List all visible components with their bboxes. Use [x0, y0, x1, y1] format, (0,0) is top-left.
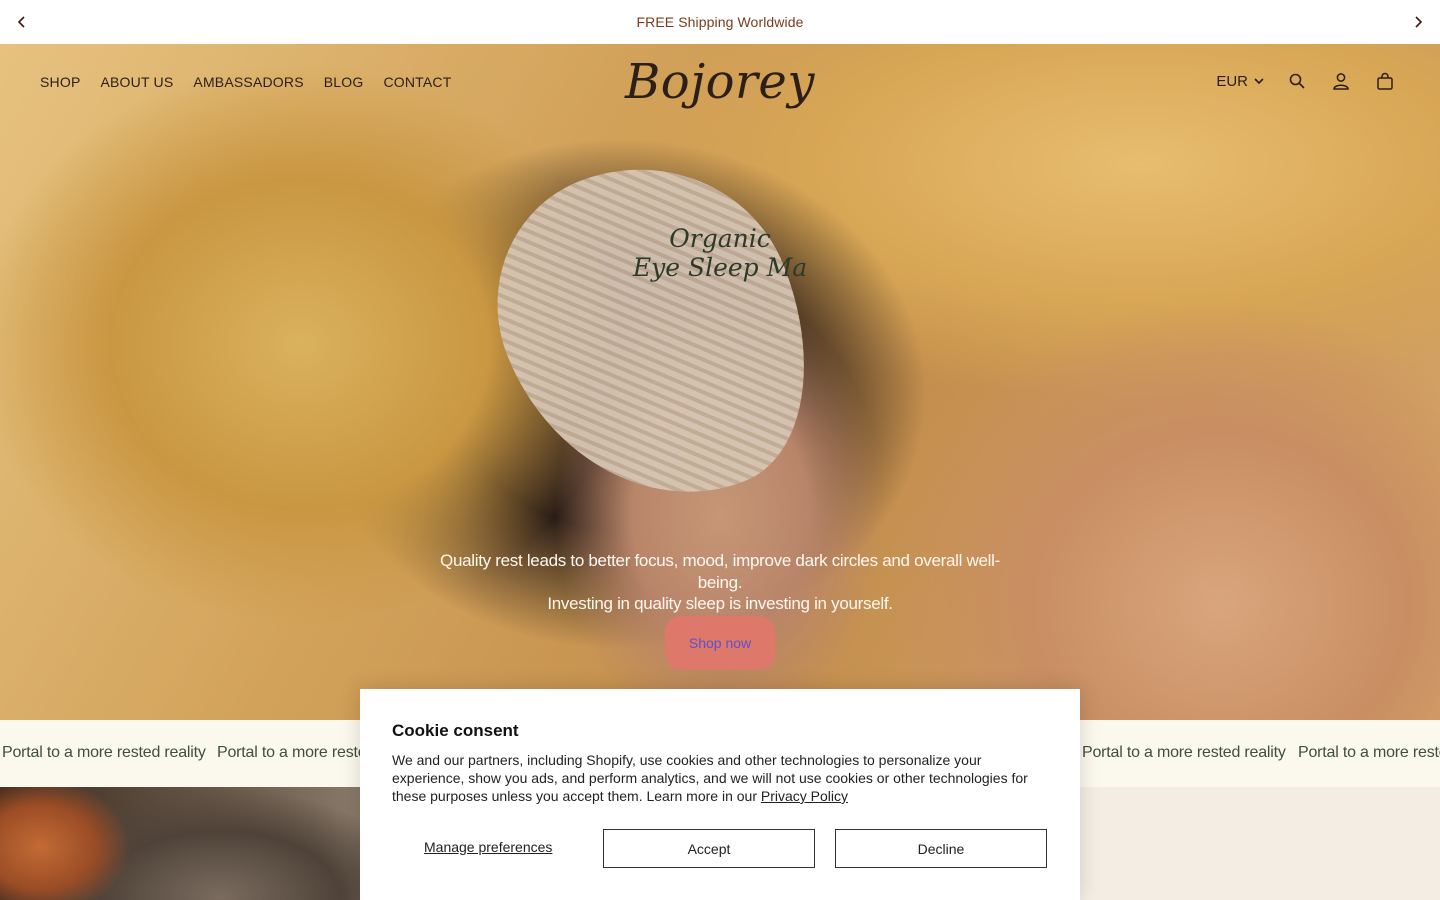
cart-icon[interactable] [1374, 70, 1396, 92]
marquee-item: Portal to a more reste [1298, 744, 1440, 761]
chevron-down-icon [1254, 78, 1264, 85]
chevron-left-icon[interactable] [12, 12, 32, 32]
account-icon[interactable] [1330, 70, 1352, 92]
hero-title-line-2: Eye Sleep Ma [632, 253, 808, 282]
accept-button[interactable]: Accept [603, 829, 815, 868]
currency-selector[interactable]: EUR [1216, 73, 1264, 90]
search-icon[interactable] [1286, 70, 1308, 92]
announcement-text: FREE Shipping Worldwide [636, 14, 804, 30]
hero-subtitle-line-2: Investing in quality sleep is investing … [547, 594, 893, 613]
cookie-consent-dialog: Cookie consent We and our partners, incl… [360, 689, 1080, 900]
marquee-item: Portal to a more rested reality [1082, 744, 1286, 761]
announcement-bar: FREE Shipping Worldwide [0, 0, 1440, 44]
header-actions: EUR [1216, 70, 1396, 92]
cookie-body-text: We and our partners, including Shopify, … [392, 752, 1028, 804]
lower-section-image [0, 787, 380, 900]
chevron-right-icon[interactable] [1408, 12, 1428, 32]
cookie-body: We and our partners, including Shopify, … [392, 751, 1052, 805]
manage-preferences-link[interactable]: Manage preferences [424, 839, 552, 855]
hero-image-sleep-mask [456, 122, 854, 546]
privacy-policy-link[interactable]: Privacy Policy [761, 788, 848, 804]
hero-title: Organic Eye Sleep Ma [0, 224, 1440, 282]
marquee-item: Portal to a more rested reality [2, 744, 206, 761]
cookie-title: Cookie consent [392, 721, 519, 740]
marquee-item: Portal to a more reste [217, 744, 367, 761]
hero-subtitle-line-1: Quality rest leads to better focus, mood… [440, 551, 1000, 592]
decline-button[interactable]: Decline [835, 829, 1047, 868]
shop-now-button[interactable]: Shop now [665, 616, 775, 670]
hero-subtitle: Quality rest leads to better focus, mood… [440, 550, 1000, 615]
hero-banner: SHOP ABOUT US AMBASSADORS BLOG CONTACT B… [0, 44, 1440, 720]
currency-label: EUR [1216, 72, 1248, 90]
hero-title-line-1: Organic [669, 224, 771, 253]
cookie-actions: Manage preferences Accept Decline [392, 829, 1048, 868]
